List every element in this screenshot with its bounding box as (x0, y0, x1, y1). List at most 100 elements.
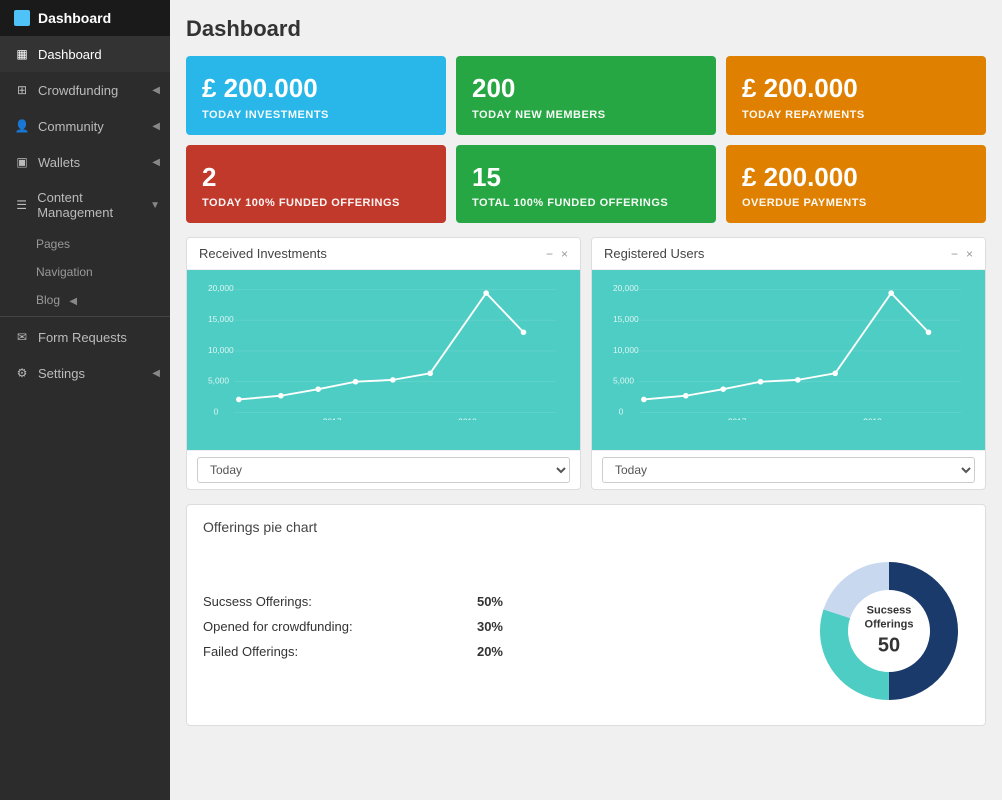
pie-section-title: Offerings pie chart (203, 519, 969, 535)
chart-title-users: Registered Users (604, 246, 704, 261)
minimize-button[interactable]: − (546, 247, 553, 261)
pie-chart: Sucsess Offerings 50 (809, 551, 969, 711)
stat-value: £ 200.000 (202, 74, 430, 103)
legend-item-success: Sucsess Offerings: 50% (203, 594, 503, 609)
sidebar-item-form-requests[interactable]: ✉ Form Requests (0, 319, 170, 355)
svg-text:2018: 2018 (863, 417, 882, 420)
chart-period-select-users[interactable]: Today This Week This Month (602, 457, 975, 483)
pie-chart-section: Offerings pie chart Sucsess Offerings: 5… (186, 504, 986, 726)
sidebar-item-label: Settings (38, 366, 85, 381)
stat-label: TOTAL 100% FUNDED OFFERINGS (472, 197, 700, 209)
stat-label: TODAY INVESTMENTS (202, 109, 430, 121)
chevron-down-icon: ▼ (150, 200, 160, 211)
chart-area-users: 20,000 15,000 10,000 5,000 0 2017 2018 (592, 270, 985, 450)
svg-text:10,000: 10,000 (613, 345, 639, 355)
chart-header-investments: Received Investments − × (187, 238, 580, 270)
chevron-right-icon: ◀ (152, 368, 160, 379)
envelope-icon: ✉ (14, 329, 30, 345)
chart-title-investments: Received Investments (199, 246, 327, 261)
chart-controls-users: − × (951, 247, 973, 261)
pie-center-label: Sucsess Offerings 50 (849, 604, 929, 659)
svg-text:20,000: 20,000 (208, 283, 234, 293)
dashboard-icon (14, 10, 30, 26)
sidebar-sub-blog[interactable]: Blog ◀ (0, 286, 170, 314)
stat-label: TODAY REPAYMENTS (742, 109, 970, 121)
stat-cards-grid: £ 200.000 TODAY INVESTMENTS 200 TODAY NE… (186, 56, 986, 223)
chevron-right-icon: ◀ (152, 121, 160, 132)
pie-legend: Sucsess Offerings: 50% Opened for crowdf… (203, 594, 769, 669)
wallet-icon: ▣ (14, 154, 30, 170)
legend-label-success: Sucsess Offerings: (203, 594, 312, 609)
minimize-button[interactable]: − (951, 247, 958, 261)
sidebar-sub-navigation[interactable]: Navigation (0, 258, 170, 286)
file-icon: ☰ (14, 197, 29, 213)
stat-card-today-members: 200 TODAY NEW MEMBERS (456, 56, 716, 135)
sidebar-item-settings[interactable]: ⚙ Settings ◀ (0, 355, 170, 391)
main-content: Dashboard £ 200.000 TODAY INVESTMENTS 20… (170, 0, 1002, 800)
sidebar-brand-label: Dashboard (38, 10, 111, 26)
svg-text:10,000: 10,000 (208, 345, 234, 355)
svg-text:5,000: 5,000 (613, 376, 634, 386)
sidebar-item-label: Form Requests (38, 330, 127, 345)
sidebar-item-crowdfunding[interactable]: ⊞ Crowdfunding ◀ (0, 72, 170, 108)
close-button[interactable]: × (561, 247, 568, 261)
chart-svg-investments: 20,000 15,000 10,000 5,000 0 2017 2018 (197, 280, 570, 420)
chart-header-users: Registered Users − × (592, 238, 985, 270)
svg-text:15,000: 15,000 (613, 314, 639, 324)
sidebar-item-label: Crowdfunding (38, 83, 118, 98)
people-icon: 👤 (14, 118, 30, 134)
legend-label-failed: Failed Offerings: (203, 644, 298, 659)
stat-card-today-repayments: £ 200.000 TODAY REPAYMENTS (726, 56, 986, 135)
sidebar-item-label: Content Management (37, 190, 156, 220)
stat-label: TODAY 100% FUNDED OFFERINGS (202, 197, 430, 209)
chart-svg-users: 20,000 15,000 10,000 5,000 0 2017 2018 (602, 280, 975, 420)
sidebar-item-content-management[interactable]: ☰ Content Management ▼ (0, 180, 170, 230)
stat-value: 200 (472, 74, 700, 103)
stat-card-total-funded: 15 TOTAL 100% FUNDED OFFERINGS (456, 145, 716, 224)
tag-icon: ⊞ (14, 82, 30, 98)
svg-text:2018: 2018 (458, 417, 477, 420)
stat-value: 15 (472, 163, 700, 192)
chart-footer-users: Today This Week This Month (592, 450, 985, 489)
svg-text:2017: 2017 (728, 417, 747, 420)
sidebar-item-label: Wallets (38, 155, 80, 170)
svg-text:0: 0 (214, 407, 219, 417)
stat-value: £ 200.000 (742, 74, 970, 103)
pie-content: Sucsess Offerings: 50% Opened for crowdf… (203, 551, 969, 711)
legend-value-crowdfunding: 30% (477, 619, 503, 634)
legend-value-failed: 20% (477, 644, 503, 659)
chart-area-investments: 20,000 15,000 10,000 5,000 0 2017 2018 (187, 270, 580, 450)
stat-card-today-funded: 2 TODAY 100% FUNDED OFFERINGS (186, 145, 446, 224)
sidebar-item-dashboard[interactable]: ▦ Dashboard (0, 36, 170, 72)
chart-period-select-investments[interactable]: Today This Week This Month (197, 457, 570, 483)
sidebar-item-community[interactable]: 👤 Community ◀ (0, 108, 170, 144)
sidebar-brand[interactable]: Dashboard (0, 0, 170, 36)
svg-text:0: 0 (619, 407, 624, 417)
sidebar-item-wallets[interactable]: ▣ Wallets ◀ (0, 144, 170, 180)
stat-label: OVERDUE PAYMENTS (742, 197, 970, 209)
close-button[interactable]: × (966, 247, 973, 261)
stat-label: TODAY NEW MEMBERS (472, 109, 700, 121)
chevron-right-icon: ◀ (152, 85, 160, 96)
gear-icon: ⚙ (14, 365, 30, 381)
sidebar-item-label: Dashboard (38, 47, 102, 62)
charts-row: Received Investments − × 20,000 15,000 1… (186, 237, 986, 490)
stat-value: 2 (202, 163, 430, 192)
sidebar-sub-pages[interactable]: Pages (0, 230, 170, 258)
sidebar: Dashboard ▦ Dashboard ⊞ Crowdfunding ◀ 👤… (0, 0, 170, 800)
legend-item-crowdfunding: Opened for crowdfunding: 30% (203, 619, 503, 634)
stat-card-today-investments: £ 200.000 TODAY INVESTMENTS (186, 56, 446, 135)
chart-panel-users: Registered Users − × 20,000 15,000 10,00… (591, 237, 986, 490)
stat-value: £ 200.000 (742, 163, 970, 192)
svg-text:2017: 2017 (323, 417, 342, 420)
chart-controls: − × (546, 247, 568, 261)
sidebar-item-label: Community (38, 119, 104, 134)
svg-text:5,000: 5,000 (208, 376, 229, 386)
svg-text:20,000: 20,000 (613, 283, 639, 293)
svg-text:15,000: 15,000 (208, 314, 234, 324)
grid-icon: ▦ (14, 46, 30, 62)
legend-value-success: 50% (477, 594, 503, 609)
legend-label-crowdfunding: Opened for crowdfunding: (203, 619, 353, 634)
chart-panel-investments: Received Investments − × 20,000 15,000 1… (186, 237, 581, 490)
legend-item-failed: Failed Offerings: 20% (203, 644, 503, 659)
